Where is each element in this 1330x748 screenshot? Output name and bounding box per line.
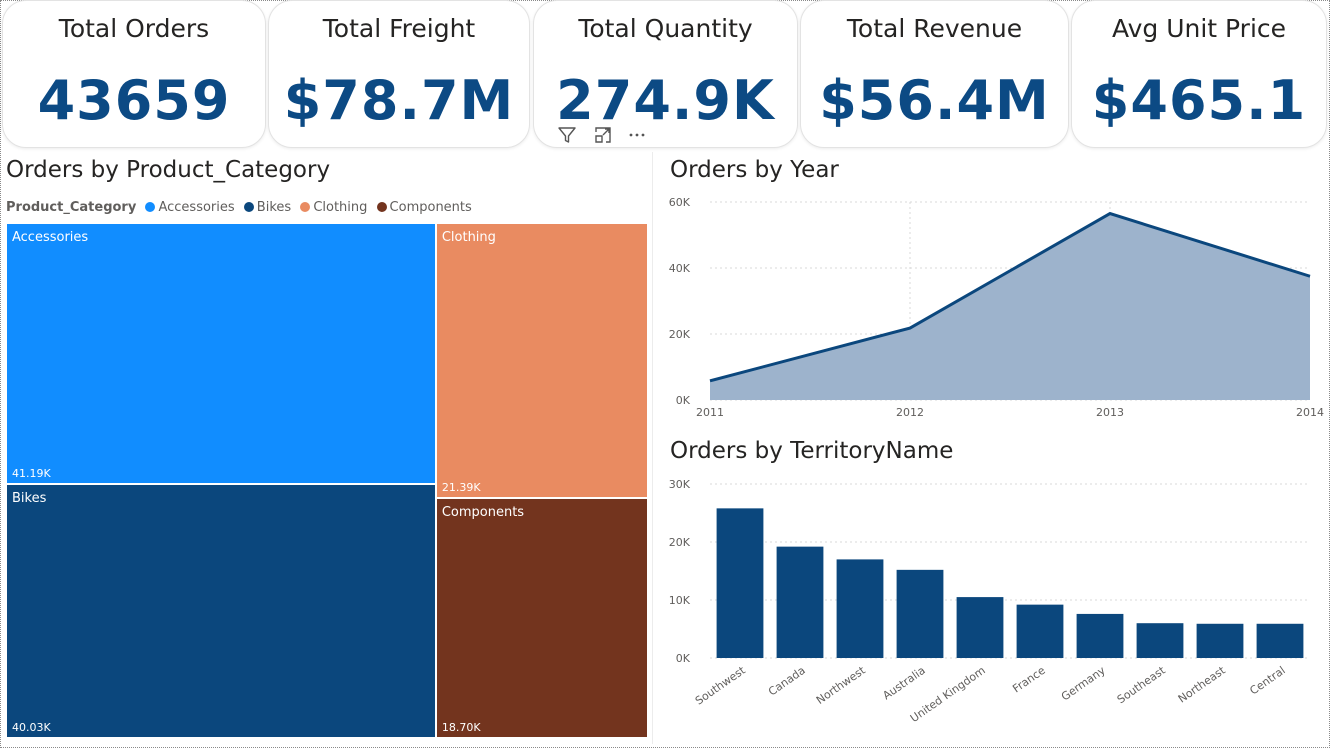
visual-header-toolbar — [556, 124, 656, 146]
bar-united-kingdom[interactable] — [956, 597, 1004, 658]
legend-label: Bikes — [256, 200, 292, 215]
kpi-card-avg-unit-price[interactable]: Avg Unit Price $465.1 — [1071, 0, 1327, 148]
kpi-value: 43659 — [37, 69, 231, 132]
legend-dot — [300, 202, 311, 212]
legend-item-bikes[interactable]: Bikes — [243, 200, 292, 215]
bar-france[interactable] — [1016, 604, 1064, 658]
treemap-tile-components[interactable]: Components 18.70K — [435, 497, 648, 738]
legend-dot — [243, 202, 254, 212]
bar-central[interactable] — [1256, 623, 1304, 658]
kpi-label: Total Revenue — [846, 14, 1023, 43]
kpi-card-total-orders[interactable]: Total Orders 43659 — [2, 0, 266, 148]
kpi-label: Total Orders — [58, 14, 210, 43]
bar-southeast[interactable] — [1136, 623, 1184, 658]
kpi-value: $78.7M — [283, 69, 515, 132]
more-options-icon[interactable] — [626, 124, 648, 146]
area-fill — [710, 213, 1310, 400]
y-tick-label: 20K — [669, 328, 691, 341]
kpi-label: Total Quantity — [578, 14, 753, 43]
tile-value-label: 18.70K — [441, 720, 481, 734]
kpi-row: Total Orders 43659 Total Freight $78.7M … — [0, 0, 1330, 150]
year-area-chart: 0K 20K 40K 60K 2011 2012 2013 2014 — [669, 196, 1324, 419]
bar-canada[interactable] — [776, 546, 824, 658]
treemap-legend: Product_Category Accessories Bikes Cloth… — [6, 200, 472, 216]
x-tick-label: Australia — [880, 664, 927, 703]
kpi-card-total-revenue[interactable]: Total Revenue $56.4M — [800, 0, 1069, 148]
tile-value-label: 41.19K — [12, 467, 51, 481]
y-tick-label: 0K — [676, 652, 691, 665]
tile-label: Clothing — [441, 230, 496, 245]
x-tick-label: Northwest — [814, 663, 868, 706]
x-tick-label: 2014 — [1296, 406, 1324, 419]
kpi-label: Avg Unit Price — [1111, 14, 1287, 43]
x-tick-label: 2011 — [696, 406, 724, 419]
y-tick-label: 60K — [669, 196, 691, 209]
legend-label: Clothing — [313, 200, 368, 215]
bar-southwest[interactable] — [716, 508, 764, 658]
legend-label: Accessories — [158, 200, 235, 215]
year-chart-title: Orders by Year — [670, 157, 839, 183]
panel-divider — [652, 152, 653, 744]
tile-label: Components — [441, 504, 525, 520]
x-tick-label: Canada — [766, 664, 808, 699]
treemap-tile-clothing[interactable]: Clothing 21.39K — [435, 223, 648, 498]
tile-label: Accessories — [12, 230, 89, 245]
x-tick-label: 2013 — [1096, 406, 1124, 419]
x-tick-label: France — [1010, 664, 1048, 696]
y-tick-label: 30K — [669, 478, 691, 491]
tile-value-label: 40.03K — [12, 720, 51, 734]
kpi-value: $56.4M — [819, 69, 1050, 132]
legend-item-components[interactable]: Components — [376, 200, 472, 215]
kpi-value: 274.9K — [556, 69, 775, 132]
legend-item-clothing[interactable]: Clothing — [300, 200, 367, 215]
bar-australia[interactable] — [896, 569, 944, 658]
filter-icon[interactable] — [556, 124, 578, 146]
x-tick-label: 2012 — [896, 406, 924, 419]
treemap-title: Orders by Product_Category — [6, 157, 331, 183]
legend-label: Components — [389, 200, 472, 215]
kpi-card-total-freight[interactable]: Total Freight $78.7M — [268, 0, 530, 148]
y-tick-label: 10K — [669, 594, 691, 607]
territory-chart-title: Orders by TerritoryName — [670, 438, 954, 464]
legend-dot — [376, 202, 387, 212]
y-tick-label: 0K — [676, 394, 691, 407]
tile-label: Bikes — [12, 491, 47, 507]
bar-northeast[interactable] — [1196, 623, 1244, 658]
territory-bar-chart: 0K 10K 20K 30K Southwest Canada Northwest Austr… — [669, 478, 1310, 725]
legend-title: Product_Category — [6, 200, 137, 215]
treemap-tile-accessories[interactable]: Accessories 41.19K — [6, 223, 436, 485]
legend-item-accessories[interactable]: Accessories — [145, 200, 235, 215]
kpi-value: $465.1 — [1091, 69, 1307, 132]
y-tick-label: 20K — [669, 536, 691, 549]
kpi-label: Total Freight — [322, 14, 476, 43]
legend-dot — [145, 202, 156, 212]
bar-northwest[interactable] — [836, 559, 884, 658]
x-tick-label: Central — [1247, 664, 1287, 698]
x-tick-label: Germany — [1059, 664, 1108, 704]
x-tick-label: Southeast — [1115, 663, 1168, 706]
treemap-tile-bikes[interactable]: Bikes 40.03K — [6, 484, 436, 738]
x-tick-label: Northeast — [1176, 663, 1229, 705]
x-tick-label: Southwest — [693, 663, 748, 707]
y-tick-label: 40K — [669, 262, 691, 275]
bar-germany[interactable] — [1076, 613, 1124, 658]
tile-value-label: 21.39K — [441, 480, 481, 494]
focus-mode-icon[interactable] — [592, 124, 614, 146]
